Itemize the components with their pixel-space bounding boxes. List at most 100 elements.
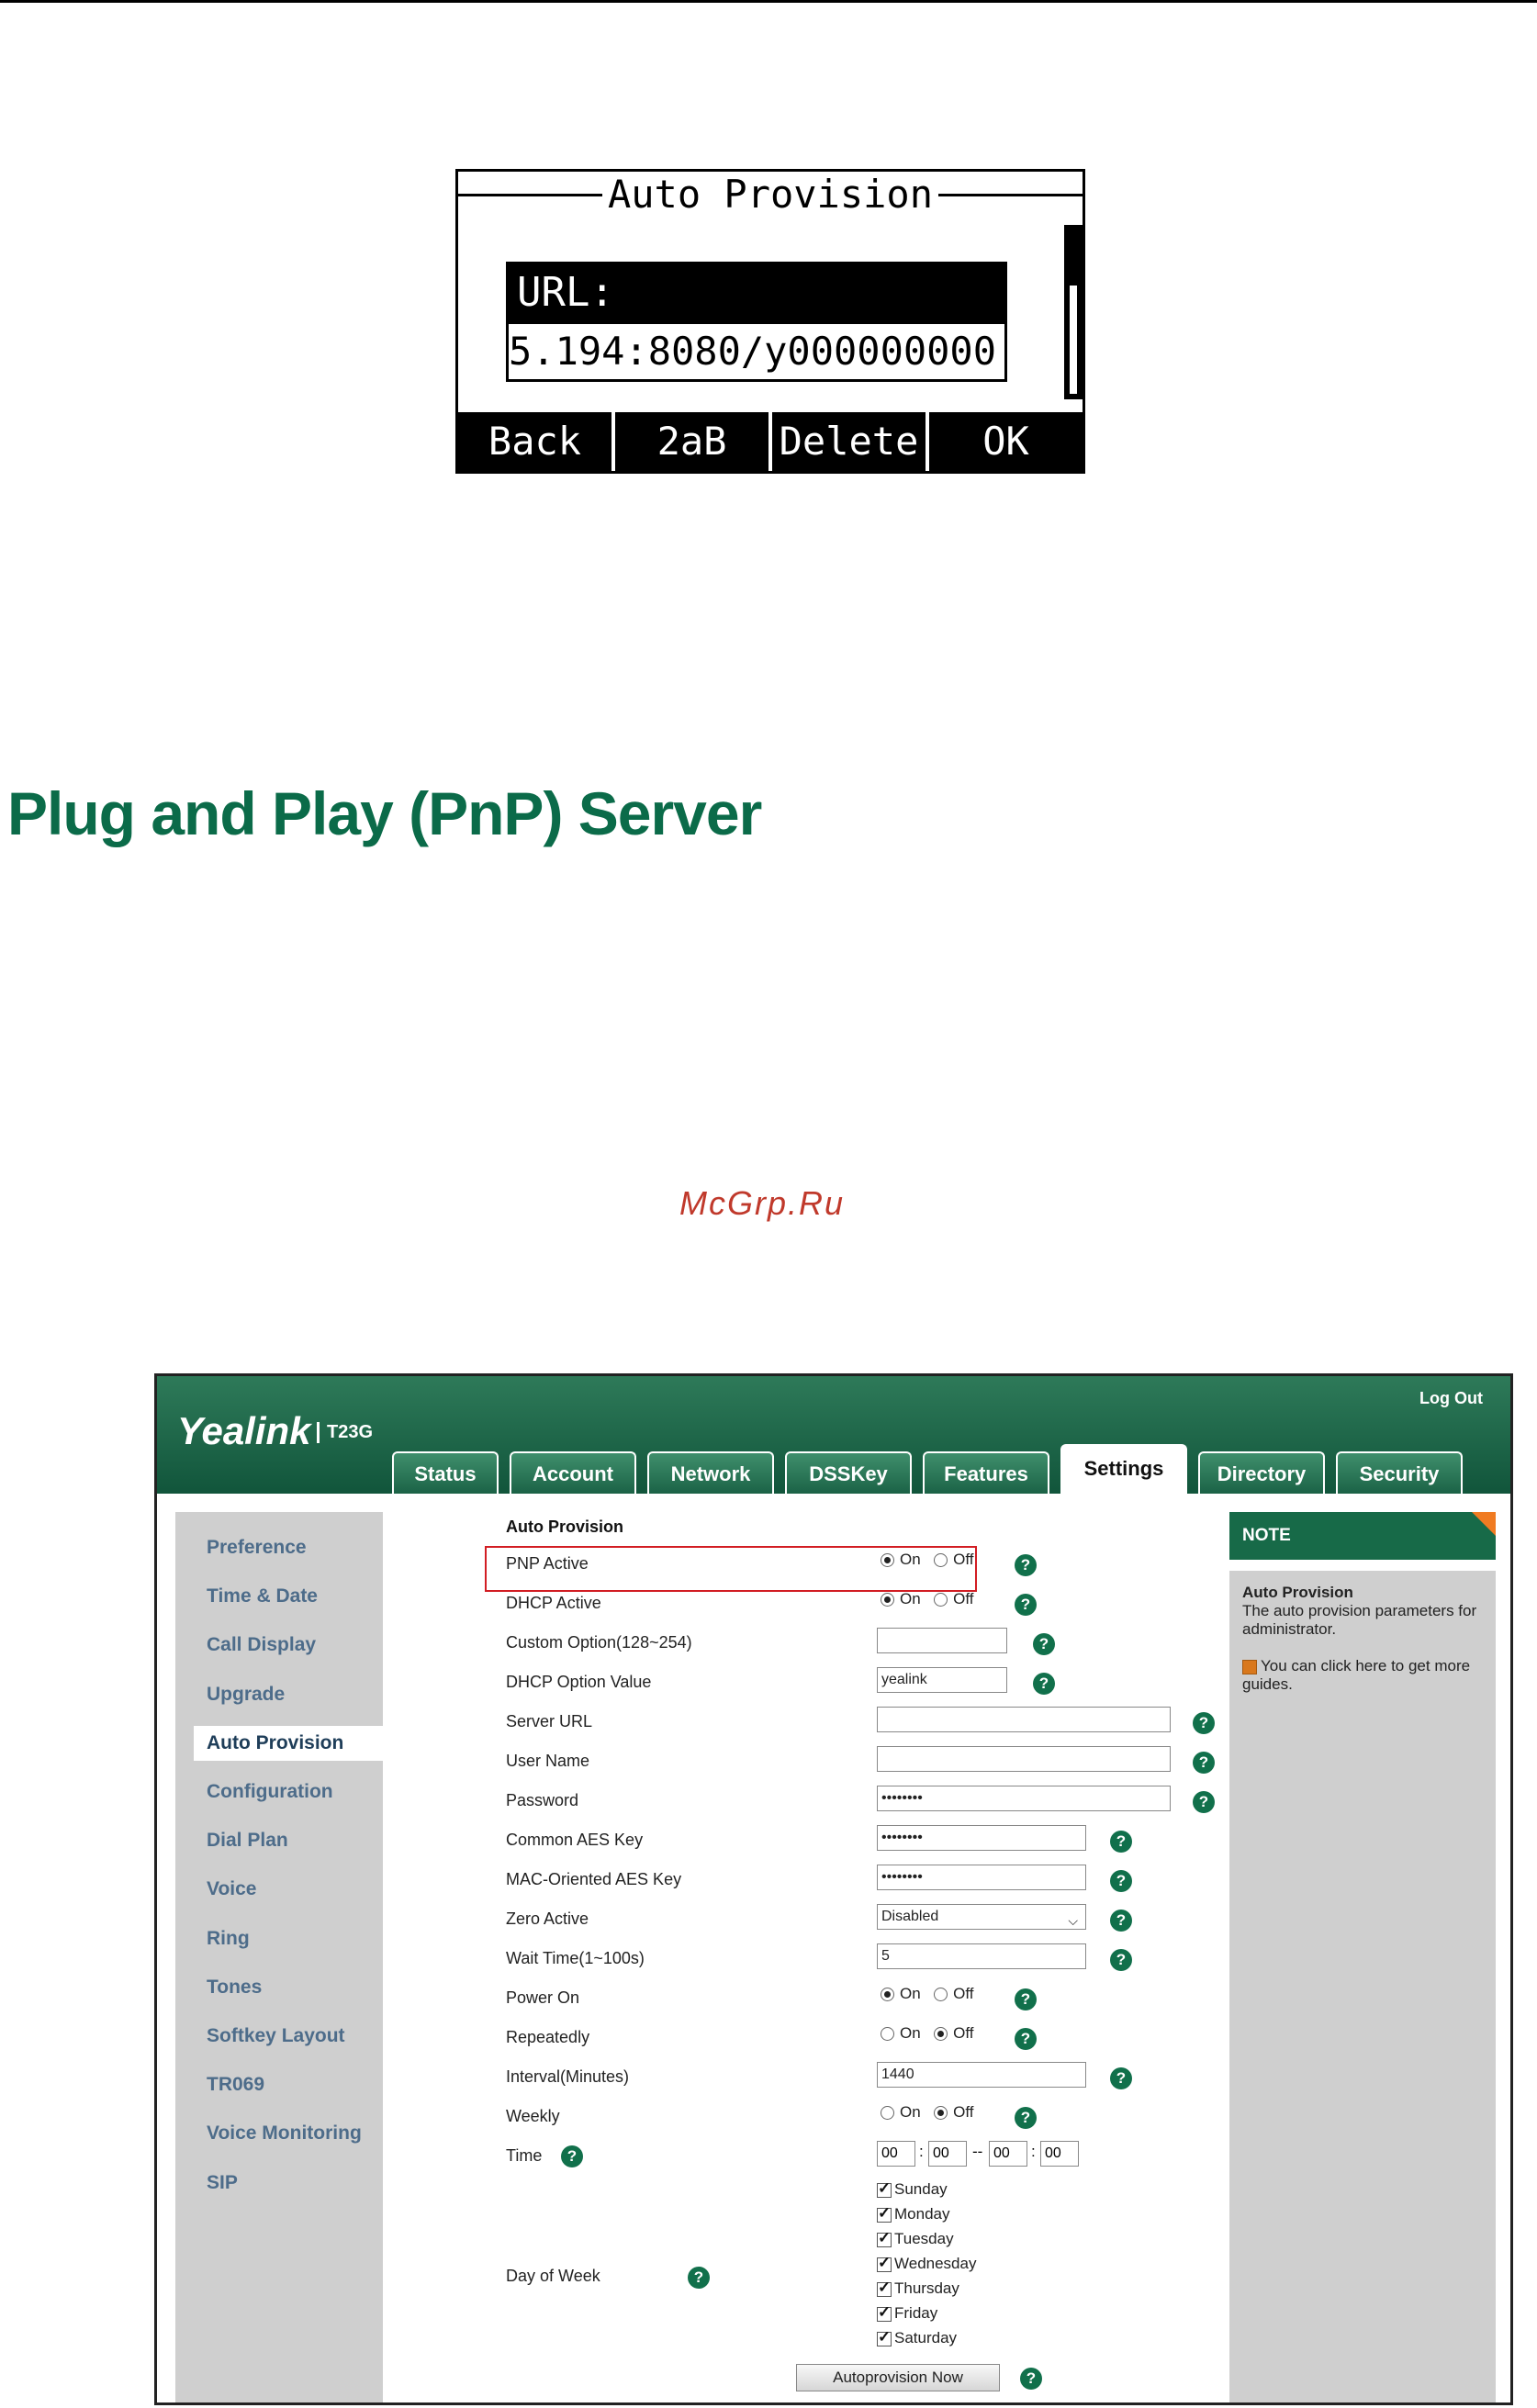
sunday-checkbox[interactable]: Sunday bbox=[877, 2179, 948, 2199]
power-on-row: Power On On Off ? bbox=[238, 1983, 1202, 2016]
yealink-logo: Yealink bbox=[177, 1409, 311, 1452]
time-end-minute-input[interactable]: 00 bbox=[1040, 2141, 1079, 2167]
friday-checkbox[interactable]: Friday bbox=[877, 2303, 937, 2323]
tab-dsskey[interactable]: DSSKey bbox=[785, 1451, 912, 1494]
weekly-on-radio[interactable] bbox=[881, 2105, 894, 2120]
wednesday-checkbox[interactable]: Wednesday bbox=[877, 2254, 976, 2273]
weekly-off-label: Off bbox=[953, 2103, 974, 2121]
tab-account[interactable]: Account bbox=[510, 1451, 636, 1494]
softkey-input-mode[interactable]: 2aB bbox=[611, 412, 768, 471]
common-aes-input[interactable]: •••••••• bbox=[877, 1825, 1086, 1851]
wait-time-input[interactable]: 5 bbox=[877, 1943, 1086, 1969]
help-icon[interactable]: ? bbox=[1033, 1673, 1055, 1695]
interval-row: Interval(Minutes) 1440 ? bbox=[238, 2062, 1202, 2095]
guide-book-icon bbox=[1242, 1659, 1257, 1674]
dhcp-option-value-input[interactable]: yealink bbox=[877, 1667, 1007, 1693]
checkbox-checked-icon bbox=[877, 2254, 892, 2272]
repeatedly-label: Repeatedly bbox=[506, 2028, 590, 2046]
help-icon[interactable]: ? bbox=[1015, 1988, 1037, 2010]
help-icon[interactable]: ? bbox=[1015, 1594, 1037, 1616]
user-name-label: User Name bbox=[506, 1752, 590, 1770]
repeatedly-off-radio[interactable] bbox=[934, 2026, 948, 2041]
note-title: NOTE bbox=[1229, 1512, 1496, 1560]
time-end-hour-input[interactable]: 00 bbox=[989, 2141, 1027, 2167]
mac-aes-label: MAC-Oriented AES Key bbox=[506, 1870, 682, 1888]
autoprovision-now-button[interactable]: Autoprovision Now bbox=[796, 2364, 1000, 2391]
form-section-title: Auto Provision bbox=[506, 1518, 624, 1536]
lcd-title: Auto Provision bbox=[458, 172, 1083, 218]
lcd-field-value[interactable]: 5.194:8080/y000000000 bbox=[506, 324, 1007, 382]
dhcp-active-label: DHCP Active bbox=[506, 1594, 601, 1612]
help-icon[interactable]: ? bbox=[1033, 1633, 1055, 1655]
interval-input[interactable]: 1440 bbox=[877, 2062, 1086, 2088]
softkey-back[interactable]: Back bbox=[458, 412, 611, 471]
tab-features[interactable]: Features bbox=[923, 1451, 1049, 1494]
power-on-off-radio[interactable] bbox=[934, 1987, 948, 2001]
day-of-week-checkboxes: Sunday Monday Tuesday Wednesday Thursday… bbox=[877, 2179, 1060, 2364]
server-url-input[interactable] bbox=[877, 1707, 1171, 1732]
weekly-control: On Off bbox=[881, 2103, 983, 2131]
monday-checkbox[interactable]: Monday bbox=[877, 2204, 949, 2223]
help-icon[interactable]: ? bbox=[561, 2145, 583, 2167]
main-tabs: Status Account Network DSSKey Features S… bbox=[392, 1444, 1474, 1494]
weekly-off-radio[interactable] bbox=[934, 2105, 948, 2120]
softkey-ok[interactable]: OK bbox=[926, 412, 1083, 471]
help-icon[interactable]: ? bbox=[1110, 1831, 1132, 1853]
help-icon[interactable]: ? bbox=[1193, 1791, 1215, 1813]
dhcp-active-on-radio[interactable] bbox=[881, 1592, 894, 1607]
help-icon[interactable]: ? bbox=[1110, 1870, 1132, 1892]
help-icon[interactable]: ? bbox=[1110, 2067, 1132, 2089]
note-panel: NOTE Auto Provision The auto provision p… bbox=[1229, 1512, 1496, 2402]
help-icon[interactable]: ? bbox=[1110, 1949, 1132, 1971]
password-label: Password bbox=[506, 1791, 579, 1809]
tab-security[interactable]: Security bbox=[1336, 1451, 1463, 1494]
softkey-delete[interactable]: Delete bbox=[768, 412, 926, 471]
checkbox-checked-icon bbox=[877, 2179, 892, 2198]
dhcp-active-off-radio[interactable] bbox=[934, 1592, 948, 1607]
thursday-checkbox[interactable]: Thursday bbox=[877, 2279, 959, 2298]
help-icon[interactable]: ? bbox=[1020, 2368, 1042, 2390]
tab-directory[interactable]: Directory bbox=[1198, 1451, 1325, 1494]
time-start-hour-input[interactable]: 00 bbox=[877, 2141, 915, 2167]
common-aes-row: Common AES Key •••••••• ? bbox=[238, 1825, 1202, 1858]
zero-active-row: Zero Active Disabled ⌵ ? bbox=[238, 1904, 1202, 1937]
password-input[interactable]: •••••••• bbox=[877, 1786, 1171, 1811]
help-icon[interactable]: ? bbox=[688, 2267, 710, 2289]
dhcp-active-control: On Off bbox=[881, 1590, 983, 1618]
tab-status[interactable]: Status bbox=[392, 1451, 499, 1494]
lcd-url-field[interactable]: URL: 5.194:8080/y000000000 bbox=[506, 262, 1007, 392]
user-name-input[interactable] bbox=[877, 1746, 1171, 1772]
saturday-checkbox[interactable]: Saturday bbox=[877, 2328, 957, 2347]
help-icon[interactable]: ? bbox=[1015, 2028, 1037, 2050]
wait-time-row: Wait Time(1~100s) 5 ? bbox=[238, 1943, 1202, 1977]
power-on-control: On Off bbox=[881, 1985, 983, 2012]
lcd-scrollbar-thumb bbox=[1070, 286, 1077, 394]
lcd-softkey-bar: Back 2aB Delete OK bbox=[458, 412, 1083, 471]
zero-active-select[interactable]: Disabled ⌵ bbox=[877, 1904, 1086, 1930]
note-guide-link[interactable]: You can click here to get more guides. bbox=[1242, 1657, 1483, 1694]
custom-option-input[interactable] bbox=[877, 1628, 1007, 1653]
password-row: Password •••••••• ? bbox=[238, 1786, 1215, 1819]
time-row: Time ? 00 : 00 -- 00 : 00 bbox=[238, 2141, 1202, 2174]
tuesday-checkbox[interactable]: Tuesday bbox=[877, 2229, 954, 2248]
help-icon[interactable]: ? bbox=[1193, 1712, 1215, 1734]
mac-aes-input[interactable]: •••••••• bbox=[877, 1865, 1086, 1890]
power-on-label: Power On bbox=[506, 1988, 580, 2007]
power-on-on-radio[interactable] bbox=[881, 1987, 894, 2001]
tab-network[interactable]: Network bbox=[647, 1451, 774, 1494]
help-icon[interactable]: ? bbox=[1193, 1752, 1215, 1774]
help-icon[interactable]: ? bbox=[1110, 1910, 1132, 1932]
day-of-week-label: Day of Week bbox=[506, 2267, 600, 2285]
zero-active-selected: Disabled bbox=[881, 1909, 939, 1924]
pnp-active-highlight bbox=[485, 1546, 977, 1592]
help-icon[interactable]: ? bbox=[1015, 1554, 1037, 1576]
logout-link[interactable]: Log Out bbox=[1419, 1389, 1483, 1408]
note-heading: Auto Provision bbox=[1242, 1584, 1353, 1601]
day-of-week-row: Day of Week ? Sunday Monday Tuesday Wedn… bbox=[238, 2179, 1202, 2364]
checkbox-checked-icon bbox=[877, 2279, 892, 2297]
help-icon[interactable]: ? bbox=[1015, 2107, 1037, 2129]
time-start-minute-input[interactable]: 00 bbox=[928, 2141, 967, 2167]
tab-settings[interactable]: Settings bbox=[1060, 1444, 1187, 1494]
repeatedly-on-radio[interactable] bbox=[881, 2026, 894, 2041]
weekly-label: Weekly bbox=[506, 2107, 560, 2125]
